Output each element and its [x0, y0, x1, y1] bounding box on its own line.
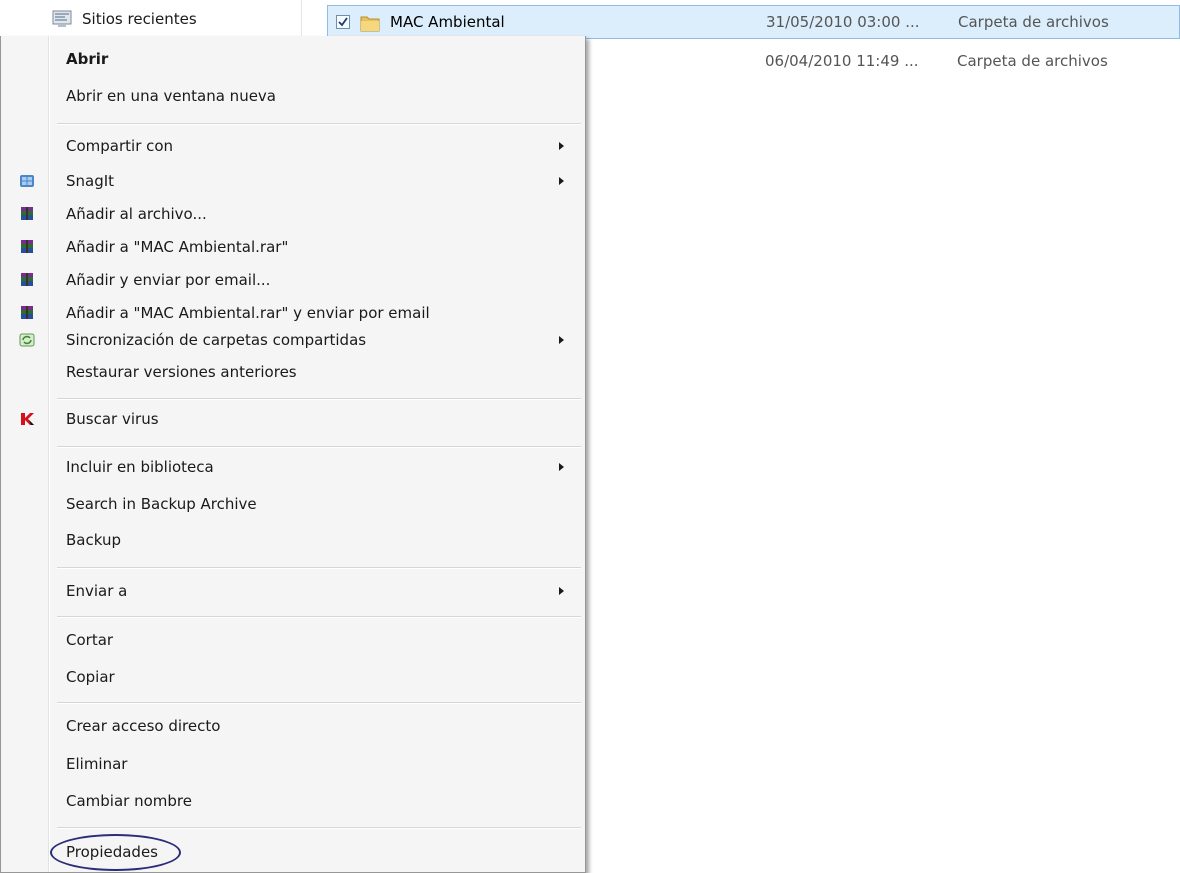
menu-separator	[57, 827, 581, 829]
menu-item-label: Abrir en una ventana nueva	[66, 87, 276, 105]
menu-item-sincronizacion[interactable]: Sincronización de carpetas compartidas	[1, 323, 585, 357]
submenu-arrow-icon	[559, 177, 564, 185]
sync-icon	[19, 333, 35, 347]
menu-item-restaurar-versiones[interactable]: Restaurar versiones anteriores	[1, 355, 585, 389]
menu-item-anadir-rar[interactable]: Añadir a "MAC Ambiental.rar"	[1, 230, 585, 264]
menu-item-label: Eliminar	[66, 755, 128, 773]
file-date: 31/05/2010 03:00 ...	[766, 13, 920, 31]
nav-item-label: Sitios recientes	[82, 10, 197, 28]
menu-item-compartir-con[interactable]: Compartir con	[1, 129, 585, 163]
menu-item-label: Copiar	[66, 668, 115, 686]
menu-item-label: Compartir con	[66, 137, 174, 155]
menu-separator	[57, 567, 581, 569]
recent-places-icon	[52, 10, 72, 27]
menu-item-copiar[interactable]: Copiar	[1, 660, 585, 694]
menu-item-eliminar[interactable]: Eliminar	[1, 747, 585, 781]
submenu-arrow-icon	[559, 142, 564, 150]
menu-item-label: Abrir	[66, 50, 109, 68]
menu-item-label: Restaurar versiones anteriores	[66, 363, 297, 381]
submenu-arrow-icon	[559, 463, 564, 471]
menu-item-anadir-enviar-email[interactable]: Añadir y enviar por email...	[1, 263, 585, 297]
menu-item-cambiar-nombre[interactable]: Cambiar nombre	[1, 784, 585, 818]
winrar-icon	[21, 240, 33, 253]
menu-item-crear-acceso-directo[interactable]: Crear acceso directo	[1, 709, 585, 743]
menu-item-label: SnagIt	[66, 172, 115, 190]
winrar-icon	[21, 207, 33, 220]
menu-item-label: Sincronización de carpetas compartidas	[66, 331, 367, 349]
menu-item-label: Buscar virus	[66, 410, 159, 428]
menu-item-snagit[interactable]: SnagIt	[1, 164, 585, 198]
folder-icon	[360, 16, 380, 32]
menu-separator	[57, 616, 581, 618]
winrar-icon	[21, 306, 33, 319]
file-type: Carpeta de archivos	[958, 13, 1109, 31]
menu-item-label: Incluir en biblioteca	[66, 458, 214, 476]
submenu-arrow-icon	[559, 336, 564, 344]
menu-item-label: Añadir y enviar por email...	[66, 271, 271, 289]
kaspersky-icon	[21, 413, 34, 425]
menu-separator	[57, 702, 581, 704]
menu-item-label: Backup	[66, 531, 121, 549]
menu-item-backup[interactable]: Backup	[1, 523, 585, 557]
file-name: MAC Ambiental	[390, 13, 505, 31]
menu-separator	[57, 446, 581, 448]
menu-item-label: Añadir a "MAC Ambiental.rar"	[66, 238, 289, 256]
menu-item-abrir[interactable]: Abrir	[1, 42, 585, 76]
menu-item-abrir-ventana-nueva[interactable]: Abrir en una ventana nueva	[1, 79, 585, 113]
menu-separator	[57, 398, 581, 400]
winrar-icon	[21, 273, 33, 286]
menu-item-incluir-biblioteca[interactable]: Incluir en biblioteca	[1, 450, 585, 484]
menu-item-label: Crear acceso directo	[66, 717, 221, 735]
file-date: 06/04/2010 11:49 ...	[765, 52, 919, 70]
menu-item-cortar[interactable]: Cortar	[1, 623, 585, 657]
submenu-arrow-icon	[559, 587, 564, 595]
menu-item-label: Cortar	[66, 631, 114, 649]
file-row-selected[interactable]: MAC Ambiental 31/05/2010 03:00 ... Carpe…	[327, 5, 1180, 39]
snagit-icon	[20, 175, 34, 187]
file-type: Carpeta de archivos	[957, 52, 1108, 70]
row-checkbox[interactable]	[336, 15, 350, 29]
menu-item-buscar-virus[interactable]: Buscar virus	[1, 402, 585, 436]
highlight-ring-annotation	[50, 834, 181, 871]
menu-item-search-backup[interactable]: Search in Backup Archive	[1, 487, 585, 521]
menu-item-label: Añadir al archivo...	[66, 205, 207, 223]
menu-item-anadir-archivo[interactable]: Añadir al archivo...	[1, 197, 585, 231]
menu-item-label: Cambiar nombre	[66, 792, 192, 810]
menu-item-label: Enviar a	[66, 582, 128, 600]
menu-separator	[57, 123, 581, 125]
context-menu: Abrir Abrir en una ventana nueva Compart…	[0, 36, 586, 873]
menu-item-label: Search in Backup Archive	[66, 495, 257, 513]
nav-item-sitios-recientes[interactable]: Sitios recientes	[52, 2, 292, 36]
menu-item-enviar-a[interactable]: Enviar a	[1, 574, 585, 608]
